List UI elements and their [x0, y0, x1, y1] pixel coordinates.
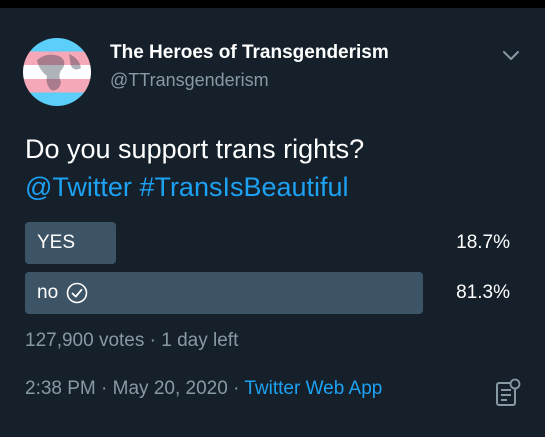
- chevron-down-icon[interactable]: [500, 44, 522, 66]
- poll-time-left: 1 day left: [161, 330, 239, 351]
- tweet-question: Do you support trans rights?: [25, 134, 365, 164]
- poll-option-no: no 81.3%: [25, 272, 520, 314]
- timestamp-separator: ·: [101, 378, 108, 399]
- tweet-card: The Heroes of Transgenderism @TTransgend…: [0, 8, 545, 437]
- tweet-time[interactable]: 2:38 PM: [25, 378, 96, 399]
- poll-option-yes: YES 18.7%: [25, 222, 520, 264]
- mention-link[interactable]: @Twitter: [25, 172, 132, 202]
- poll-option-percent: 81.3%: [456, 282, 510, 303]
- tweet-source-link[interactable]: Twitter Web App: [244, 378, 382, 399]
- author-display-name[interactable]: The Heroes of Transgenderism: [110, 42, 389, 64]
- poll-option-percent: 18.7%: [456, 232, 510, 253]
- poll-meta: 127,900 votes · 1 day left: [25, 330, 238, 352]
- check-circle-icon: [66, 282, 88, 304]
- poll-option-label: no: [37, 282, 59, 303]
- poll-votes: 127,900 votes: [25, 330, 145, 351]
- tweet-header: The Heroes of Transgenderism @TTransgend…: [0, 8, 545, 108]
- tweet-tags-line: @Twitter #TransIsBeautiful: [25, 168, 525, 206]
- poll-meta-separator: ·: [149, 330, 156, 351]
- analytics-icon[interactable]: [495, 378, 521, 408]
- tweet-text: Do you support trans rights? @Twitter #T…: [25, 130, 525, 206]
- avatar[interactable]: [23, 38, 91, 106]
- timestamp-separator: ·: [233, 378, 240, 399]
- hashtag-link[interactable]: #TransIsBeautiful: [139, 172, 348, 202]
- tweet-timestamp: 2:38 PM · May 20, 2020 · Twitter Web App: [25, 378, 382, 400]
- globe-icon: [37, 54, 81, 91]
- tweet-date[interactable]: May 20, 2020: [113, 378, 228, 399]
- poll-option-label: YES: [37, 232, 76, 253]
- author-handle[interactable]: @TTransgenderism: [110, 70, 269, 91]
